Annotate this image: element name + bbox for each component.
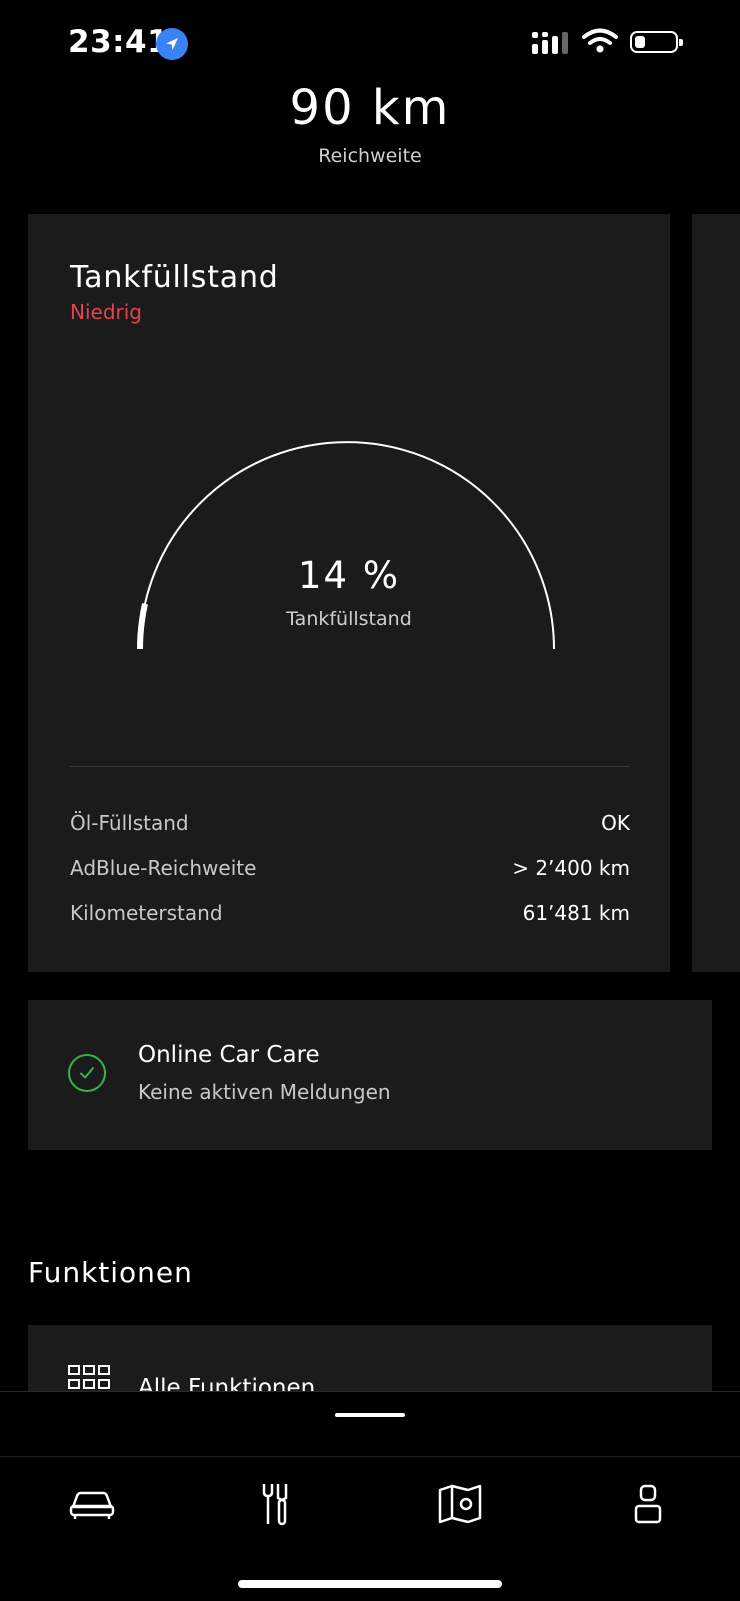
oil-level-row: Öl-Füllstand OK — [70, 811, 630, 841]
row-label: AdBlue-Reichweite — [70, 856, 257, 880]
range-value: 90 km — [289, 80, 451, 136]
divider — [70, 766, 630, 767]
care-subtitle: Keine aktiven Meldungen — [138, 1080, 391, 1104]
fuel-percentage: 14 % — [298, 554, 400, 597]
all-functions-item[interactable]: Alle Funktionen — [28, 1325, 712, 1391]
row-value: > 2’400 km — [512, 856, 630, 880]
row-value: 61’481 km — [522, 901, 630, 925]
fuel-level-card[interactable]: Tankfüllstand Niedrig 14 % Tankfüllstand… — [28, 214, 670, 972]
fuel-gauge-label: Tankfüllstand — [286, 608, 412, 630]
status-time: 23:41 — [68, 24, 170, 60]
card-title: Tankfüllstand — [70, 260, 279, 295]
all-functions-label: Alle Funktionen — [138, 1375, 316, 1391]
nav-service[interactable] — [246, 1478, 306, 1534]
odometer-row: Kilometerstand 61’481 km — [70, 901, 630, 931]
wifi-icon — [582, 28, 618, 58]
car-icon — [69, 1487, 115, 1525]
sheet-drag-handle[interactable] — [335, 1413, 405, 1417]
battery-icon — [630, 31, 683, 53]
map-icon — [438, 1484, 482, 1528]
fuel-status-label: Niedrig — [70, 300, 142, 324]
bottom-sheet — [0, 1391, 740, 1601]
range-label: Reichweite — [318, 145, 422, 167]
home-indicator — [238, 1580, 502, 1588]
row-value: OK — [601, 811, 630, 835]
online-car-care-card[interactable]: Online Car Care Keine aktiven Meldungen — [28, 1000, 712, 1150]
profile-icon — [633, 1484, 663, 1528]
nav-profile[interactable] — [618, 1478, 678, 1534]
care-title: Online Car Care — [138, 1042, 320, 1068]
tools-icon — [256, 1482, 296, 1530]
nav-vehicle[interactable] — [62, 1478, 122, 1534]
checkmark-circle-icon — [68, 1054, 106, 1092]
location-arrow-icon — [156, 28, 188, 60]
row-label: Kilometerstand — [70, 901, 223, 925]
divider — [0, 1456, 740, 1457]
nav-map[interactable] — [430, 1478, 490, 1534]
grid-icon — [68, 1365, 110, 1391]
section-title: Funktionen — [28, 1256, 193, 1289]
cellular-signal-icon — [532, 32, 572, 58]
row-label: Öl-Füllstand — [70, 811, 189, 835]
next-card-peek[interactable] — [692, 214, 740, 972]
adblue-range-row: AdBlue-Reichweite > 2’400 km — [70, 856, 630, 886]
